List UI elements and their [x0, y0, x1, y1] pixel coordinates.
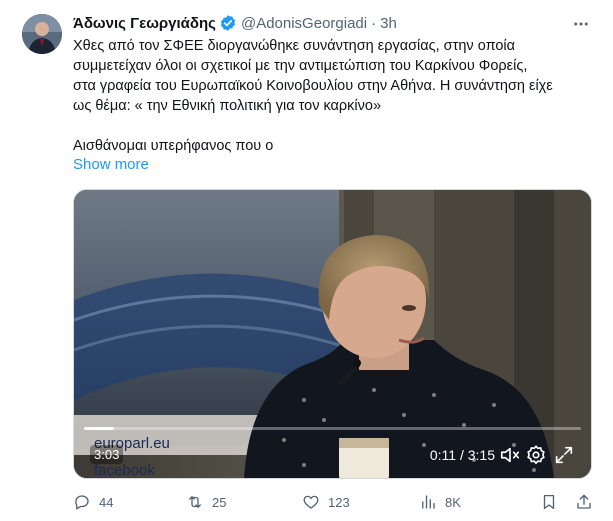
tweet-line: συμμετείχαν όλοι οι σχετικοί με την αντι… [73, 58, 528, 74]
views-icon [422, 495, 435, 509]
tweet: Άδωνις Γεωργιάδης @AdonisGeorgiadi · 3h … [0, 0, 613, 521]
retweet-icon [189, 496, 201, 508]
views-button[interactable]: 8K [419, 492, 461, 512]
settings-button[interactable] [525, 444, 547, 466]
settings-icon [527, 445, 545, 465]
tweet-line: ως θέμα: « την Εθνική πολιτική για τον κ… [73, 98, 382, 114]
tweet-line: στα γραφεία του Ευρωπαϊκού Κοινοβουλίου … [73, 78, 553, 94]
fullscreen-icon [555, 446, 573, 464]
tweet-text: Χθες από τον ΣΦΕΕ διοργανώθηκε συνάντηση… [73, 36, 598, 156]
reply-button[interactable]: 44 [73, 492, 113, 512]
show-more-link[interactable]: Show more [73, 156, 149, 173]
fullscreen-button[interactable] [553, 444, 575, 466]
handle[interactable]: @AdonisGeorgiadi [241, 15, 367, 32]
views-count: 8K [445, 494, 461, 510]
display-name[interactable]: Άδωνις Γεωργιάδης [73, 15, 216, 32]
share-icon [577, 494, 591, 509]
reply-icon [75, 495, 89, 510]
action-bar: 44 25 123 8K [73, 492, 593, 512]
more-button[interactable] [571, 14, 591, 34]
more-icon [574, 22, 588, 26]
bookmark-button[interactable] [540, 492, 558, 512]
like-button[interactable]: 123 [302, 492, 350, 512]
tweet-line: Αισθάνομαι υπερήφανος που ο [73, 138, 274, 154]
reply-count: 44 [99, 494, 114, 510]
elapsed-badge: 3:03 [90, 445, 124, 464]
retweet-button[interactable]: 25 [186, 492, 226, 512]
mute-button[interactable] [499, 444, 521, 466]
retweet-count: 25 [212, 494, 227, 510]
tweet-header: Άδωνις Γεωργιάδης @AdonisGeorgiadi · 3h [73, 13, 397, 33]
video-player[interactable]: europarl.eu facebook 3:03 0:11 / 3:15 [73, 189, 592, 479]
verified-badge-icon [219, 14, 237, 32]
bookmark-icon [543, 494, 555, 510]
avatar[interactable] [22, 14, 62, 54]
mute-icon [500, 447, 520, 463]
share-button[interactable] [575, 492, 593, 512]
like-count: 123 [328, 494, 350, 510]
video-controls: 3:03 0:11 / 3:15 [74, 444, 591, 468]
video-frame: europarl.eu facebook [74, 190, 591, 478]
timestamp[interactable]: 3h [380, 15, 397, 32]
heart-icon [303, 495, 319, 509]
separator: · [371, 14, 377, 32]
progress-fill [84, 427, 114, 430]
time-display: 0:11 / 3:15 [429, 447, 495, 463]
tweet-line: Χθες από τον ΣΦΕΕ διοργανώθηκε συνάντηση… [73, 38, 516, 54]
progress-bar[interactable] [84, 427, 581, 430]
